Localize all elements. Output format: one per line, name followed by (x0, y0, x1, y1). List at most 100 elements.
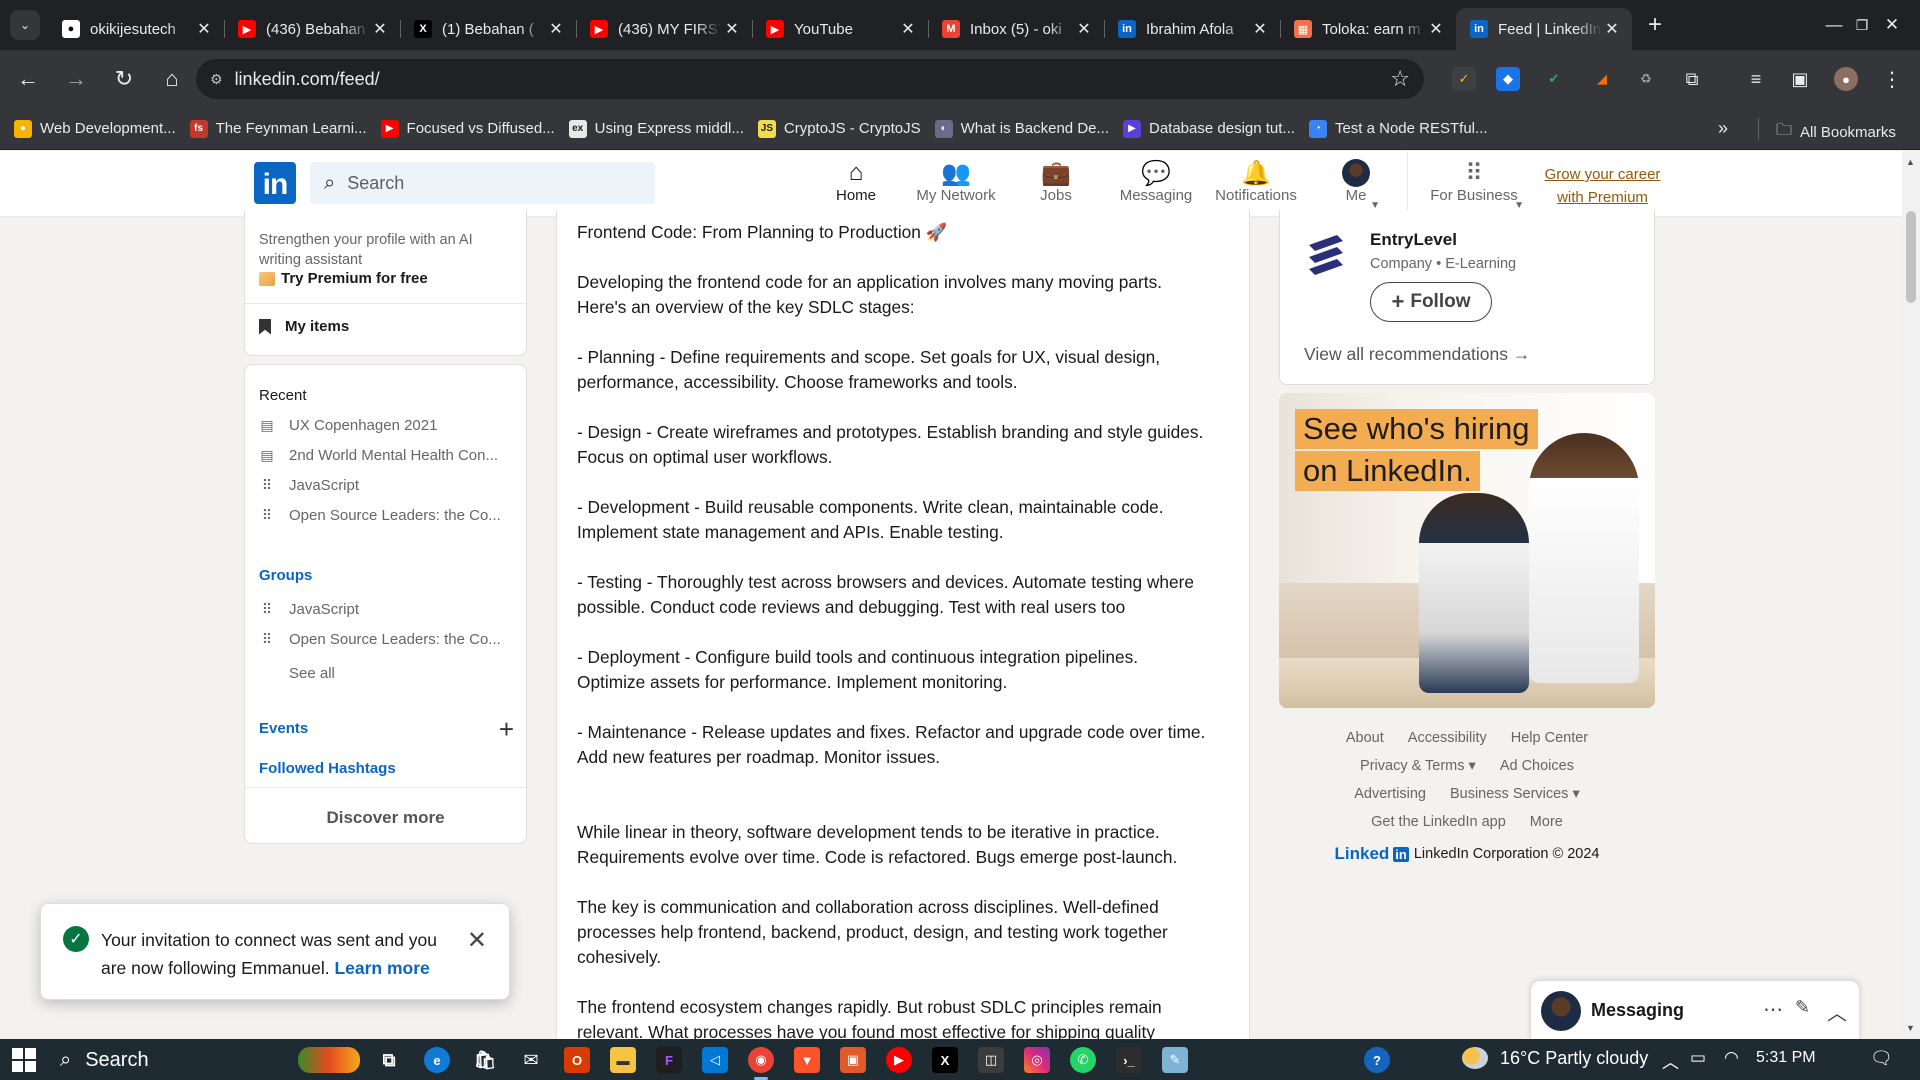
instagram-icon[interactable]: ◎ (1024, 1047, 1050, 1073)
office-icon[interactable]: O (564, 1047, 590, 1073)
tab-close-icon[interactable]: ✕ (1074, 19, 1094, 39)
bookmark-item[interactable]: JS CryptoJS - CryptoJS (757, 119, 921, 138)
extension-orange-icon[interactable]: ◢ (1590, 67, 1614, 91)
discover-more-button[interactable]: Discover more (245, 808, 526, 828)
messaging-overlay[interactable]: Messaging ⋯ ✎ ︿ (1530, 980, 1860, 1040)
list-item[interactable]: ⠿ Open Source Leaders: the Co... (259, 631, 514, 648)
reading-list-icon[interactable]: ≡ (1744, 67, 1768, 91)
x-app-icon[interactable]: X (932, 1047, 958, 1073)
app-gray-icon[interactable]: ◫ (978, 1047, 1004, 1073)
browser-tab[interactable]: ● okikijesutech ✕ (48, 8, 224, 50)
tab-close-icon[interactable]: ✕ (722, 19, 742, 39)
store-icon[interactable]: 🛍 (472, 1047, 498, 1073)
terminal-icon[interactable]: ›_ (1116, 1047, 1142, 1073)
tab-close-icon[interactable]: ✕ (898, 19, 918, 39)
scroll-up-arrow[interactable]: ▲ (1906, 157, 1915, 167)
extension-recycle-icon[interactable]: ♻ (1634, 67, 1658, 91)
footer-link[interactable]: Get the LinkedIn app (1371, 814, 1506, 830)
premium-link[interactable]: Grow your career with Premium (1530, 163, 1675, 209)
list-item[interactable]: ▤ 2nd World Mental Health Con... (259, 447, 514, 464)
scroll-down-arrow[interactable]: ▼ (1906, 1023, 1915, 1033)
bookmark-star-icon[interactable]: ☆ (1390, 66, 1410, 92)
tab-close-icon[interactable]: ✕ (546, 19, 566, 39)
home-button[interactable]: ⌂ (152, 59, 192, 99)
help-icon[interactable]: ? (1364, 1047, 1390, 1073)
file-explorer-icon[interactable]: ▬ (610, 1047, 636, 1073)
chevron-up-icon[interactable]: ︿ (1827, 997, 1847, 1026)
my-items-link[interactable]: My items (259, 318, 349, 335)
list-item[interactable]: ▤ UX Copenhagen 2021 (259, 417, 514, 434)
app-orange-icon[interactable]: ▣ (840, 1047, 866, 1073)
browser-tab[interactable]: ▶ YouTube ✕ (752, 8, 928, 50)
close-icon[interactable]: ✕ (467, 926, 487, 955)
more-options-icon[interactable]: ⋯ (1763, 997, 1783, 1022)
add-event-icon[interactable]: + (499, 716, 514, 742)
bookmark-item[interactable]: ● Web Development... (14, 119, 176, 138)
search-highlight-icon[interactable] (298, 1047, 360, 1073)
site-info-icon[interactable]: ⚙ (210, 71, 223, 88)
tab-close-icon[interactable]: ✕ (1426, 19, 1446, 39)
bookmark-item[interactable]: ◐ What is Backend De... (934, 119, 1109, 138)
new-tab-button[interactable]: + (1638, 8, 1672, 42)
more-bookmarks-icon[interactable]: » (1718, 118, 1728, 139)
edge-icon[interactable]: e (424, 1047, 450, 1073)
chrome-icon[interactable]: ◉ (748, 1047, 774, 1080)
forward-button[interactable]: → (56, 59, 96, 99)
figma-icon[interactable]: F (656, 1047, 682, 1073)
nav-my-network[interactable]: 👥 My Network (906, 159, 1006, 215)
followed-hashtags-link[interactable]: Followed Hashtags (259, 760, 396, 777)
footer-link[interactable]: Advertising (1354, 786, 1426, 802)
nav-jobs[interactable]: 💼 Jobs (1006, 159, 1106, 215)
nav-me[interactable]: ●Me▼ (1306, 159, 1406, 215)
search-input[interactable]: ⌕ Search (310, 162, 655, 204)
footer-link[interactable]: Privacy & Terms ▾ (1360, 758, 1476, 774)
nav-messaging[interactable]: 💬 Messaging (1106, 159, 1206, 215)
footer-link[interactable]: More (1530, 814, 1563, 830)
browser-tab[interactable]: ▶ (436) Bebahan ✕ (224, 8, 400, 50)
try-premium-link[interactable]: Try Premium for free (259, 270, 428, 287)
footer-link[interactable]: About (1346, 730, 1384, 746)
view-all-recommendations-link[interactable]: View all recommendations → (1304, 344, 1530, 365)
browser-tab[interactable]: ▦ Toloka: earn m ✕ (1280, 8, 1456, 50)
tab-close-icon[interactable]: ✕ (1602, 19, 1622, 39)
footer-link[interactable]: Ad Choices (1500, 758, 1574, 774)
entrylevel-logo[interactable] (1302, 230, 1350, 278)
profile-avatar[interactable]: ● (1834, 67, 1858, 91)
browser-tab[interactable]: in Ibrahim Afola ✕ (1104, 8, 1280, 50)
linkedin-logo[interactable]: in (254, 162, 296, 204)
browser-tab[interactable]: X (1) Bebahan (✕ (400, 8, 576, 50)
bookmark-item[interactable]: fs The Feynman Learni... (189, 119, 367, 138)
follow-button[interactable]: + Follow (1370, 282, 1492, 322)
bookmark-item[interactable]: ▶ Focused vs Diffused... (380, 119, 555, 138)
task-view-icon[interactable]: ⧉ (376, 1047, 402, 1073)
ad-banner[interactable]: See who's hiring on LinkedIn. (1279, 393, 1655, 708)
see-all-link[interactable]: See all (289, 665, 544, 682)
back-button[interactable]: ← (8, 59, 48, 99)
mail-icon[interactable]: ✉ (518, 1047, 544, 1073)
learn-more-link[interactable]: Learn more (334, 958, 429, 978)
menu-kebab-icon[interactable]: ⋮ (1880, 67, 1904, 91)
chevron-up-icon[interactable]: ︿ (1662, 1048, 1679, 1073)
vscode-icon[interactable]: ◁ (702, 1047, 728, 1073)
footer-link[interactable]: Help Center (1511, 730, 1588, 746)
footer-link[interactable]: Business Services ▾ (1450, 786, 1580, 802)
close-window-button[interactable]: ✕ (1864, 0, 1920, 50)
browser-tab[interactable]: M Inbox (5) - oki ✕ (928, 8, 1104, 50)
brave-icon[interactable]: ▼ (794, 1047, 820, 1073)
extension-checkmark-icon[interactable]: ✓ (1452, 67, 1476, 91)
browser-tab[interactable]: ▶ (436) MY FIRST ✕ (576, 8, 752, 50)
events-link[interactable]: Events (259, 720, 308, 737)
tab-close-icon[interactable]: ✕ (370, 19, 390, 39)
clock[interactable]: 5:31 PM (1756, 1049, 1816, 1067)
nav-notifications[interactable]: 🔔 Notifications (1206, 159, 1306, 215)
company-name[interactable]: EntryLevel (1370, 230, 1457, 250)
list-item[interactable]: ⠿ Open Source Leaders: the Co... (259, 507, 514, 524)
bookmark-item[interactable]: ex Using Express middl... (568, 119, 744, 138)
browser-tab[interactable]: in Feed | LinkedIn ✕ (1456, 8, 1632, 50)
weather-widget[interactable]: 16°C Partly cloudy (1462, 1047, 1648, 1069)
tab-close-icon[interactable]: ✕ (1250, 19, 1270, 39)
tab-close-icon[interactable]: ✕ (194, 19, 214, 39)
reload-button[interactable]: ↻ (104, 59, 144, 99)
windows-start-icon[interactable] (12, 1047, 36, 1072)
tab-search-button[interactable]: ⌄ (10, 10, 40, 40)
